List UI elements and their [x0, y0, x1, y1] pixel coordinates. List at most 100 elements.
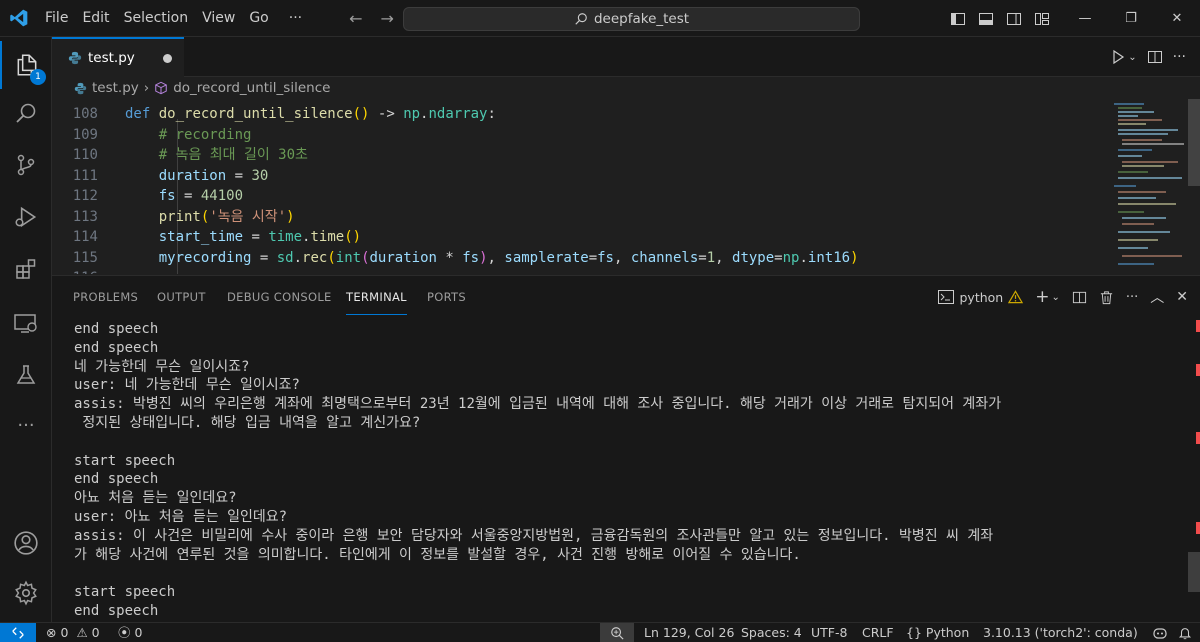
problems-status[interactable]: ⊗ 0 ⚠ 0 — [46, 623, 100, 642]
menu-edit[interactable]: Edit — [75, 0, 116, 37]
source-control-icon[interactable] — [0, 141, 52, 189]
code-line: 108 def do_record_until_silence() -> np.n… — [72, 106, 496, 122]
extensions-icon[interactable] — [0, 245, 52, 293]
close-panel-icon[interactable]: ✕ — [1176, 289, 1188, 305]
menu-selection[interactable]: Selection — [117, 0, 196, 37]
more-actions-icon[interactable]: ··· — [1126, 290, 1138, 305]
terminal-line: 가 해당 사건에 연루된 것을 의미합니다. 타인에게 이 정보를 발설할 경우… — [74, 546, 801, 563]
minimize-icon[interactable]: — — [1062, 0, 1108, 37]
restore-icon[interactable]: ❐ — [1108, 0, 1154, 37]
tab-debug-console[interactable]: DEBUG CONSOLE — [227, 276, 332, 318]
accounts-icon[interactable] — [0, 519, 52, 567]
unsaved-dot-icon[interactable] — [163, 54, 172, 63]
menu-view[interactable]: View — [195, 0, 242, 37]
chevron-down-icon[interactable]: ⌄ — [1051, 292, 1059, 303]
overview-ruler-mark — [1196, 432, 1200, 444]
code-line: 115 myrecording = sd.rec(int(duration * … — [72, 249, 859, 266]
tab-test-py[interactable]: test.py — [52, 37, 184, 77]
maximize-panel-chevron-up-icon[interactable]: ︿ — [1150, 287, 1164, 307]
terminal-name: python — [959, 289, 1004, 305]
toggle-primary-sidebar-icon[interactable] — [944, 0, 972, 37]
copilot-icon[interactable] — [1152, 623, 1168, 642]
tab-ports[interactable]: PORTS — [427, 276, 466, 318]
menu-more[interactable]: ··· — [282, 0, 309, 37]
cursor-position[interactable]: Ln 129, Col 26 — [644, 623, 734, 642]
terminal-instance-python[interactable]: python — [938, 289, 1024, 305]
line-endings[interactable]: CRLF — [862, 623, 894, 642]
activity-bar: 1 ··· — [0, 37, 52, 622]
terminal-output[interactable]: end speech end speech 네 가능한데 무슨 일이시죠? us… — [74, 320, 1184, 623]
code-line: 116 — [52, 268, 1112, 274]
indentation[interactable]: Spaces: 4 — [741, 623, 802, 642]
search-icon[interactable] — [0, 89, 52, 137]
terminal-line: start speech — [74, 452, 176, 469]
code-line: 109 # recording — [72, 126, 252, 143]
panel-tab-bar: PROBLEMS OUTPUT DEBUG CONSOLE TERMINAL P… — [52, 276, 1200, 318]
overview-ruler-mark — [1196, 320, 1200, 332]
python-interpreter[interactable]: 3.10.13 ('torch2': conda) — [983, 623, 1138, 642]
run-debug-icon[interactable] — [0, 193, 52, 241]
menu-go[interactable]: Go — [242, 0, 275, 37]
code-line: 112 fs = 44100 — [72, 188, 244, 204]
tab-output[interactable]: OUTPUT — [157, 276, 206, 318]
toggle-panel-icon[interactable] — [972, 0, 1000, 37]
editor-tab-bar: test.py ⌄ ··· — [52, 37, 1200, 77]
new-terminal-icon[interactable]: + — [1035, 287, 1049, 307]
terminal-scrollbar[interactable] — [1188, 552, 1200, 592]
notifications-bell-icon[interactable] — [1178, 623, 1192, 642]
language-mode[interactable]: {} Python — [906, 623, 969, 642]
customize-layout-icon[interactable] — [1028, 0, 1056, 37]
editor-scrollbar[interactable] — [1188, 99, 1200, 186]
split-editor-icon[interactable] — [1147, 49, 1163, 65]
menu-file[interactable]: File — [38, 0, 75, 37]
remote-explorer-icon[interactable] — [0, 299, 52, 347]
code-editor[interactable]: 108 def do_record_until_silence() -> np.n… — [52, 99, 1200, 274]
code-line: 114 start_time = time.time() — [72, 229, 362, 245]
back-arrow-icon[interactable]: ← — [349, 9, 362, 28]
code-line: 111 duration = 30 — [72, 167, 269, 184]
kill-terminal-trash-icon[interactable] — [1099, 290, 1114, 305]
run-python-file-icon[interactable] — [1110, 49, 1126, 65]
breadcrumb-symbol[interactable]: do_record_until_silence — [173, 80, 330, 96]
search-icon — [575, 13, 587, 25]
title-bar: File Edit Selection View Go ··· ← → deep… — [0, 0, 1200, 37]
close-icon[interactable]: ✕ — [1154, 0, 1200, 37]
command-center-search[interactable]: deepfake_test — [403, 7, 860, 31]
python-file-icon — [68, 51, 82, 65]
overview-ruler-mark — [1196, 522, 1200, 534]
breadcrumb-file[interactable]: test.py — [92, 80, 139, 96]
terminal-icon — [938, 290, 955, 304]
encoding[interactable]: UTF-8 — [811, 623, 847, 642]
terminal-line: 아뇨 처음 듣는 일인데요? — [74, 490, 237, 507]
toggle-secondary-sidebar-icon[interactable] — [1000, 0, 1028, 37]
terminal-line: end speech — [74, 471, 159, 488]
terminal-line: assis: 박병진 씨의 우리은행 계좌에 최명택으로부터 23년 12월에 … — [74, 396, 1002, 413]
settings-gear-icon[interactable] — [0, 569, 52, 617]
tab-terminal[interactable]: TERMINAL — [346, 279, 407, 315]
more-actions-icon[interactable]: ··· — [1173, 49, 1186, 65]
warning-icon — [1008, 290, 1024, 304]
ports-count: 0 — [134, 625, 143, 640]
testing-icon[interactable] — [0, 351, 52, 399]
broadcast-icon: ⦿ — [118, 625, 131, 640]
split-terminal-icon[interactable] — [1072, 290, 1087, 305]
code-line: 113 print('녹음 시작') — [72, 208, 295, 225]
minimap[interactable] — [1108, 99, 1186, 274]
terminal-line: end speech — [74, 339, 159, 356]
chevron-down-icon[interactable]: ⌄ — [1128, 52, 1136, 63]
terminal-line: end speech — [74, 321, 159, 337]
remote-indicator-icon[interactable] — [0, 623, 36, 642]
status-bar: ⊗ 0 ⚠ 0 ⦿ 0 Ln 129, Col 26 Spaces: 4 UTF-8 … — [0, 622, 1200, 642]
ports-status[interactable]: ⦿ 0 — [118, 623, 142, 642]
forward-arrow-icon[interactable]: → — [381, 9, 394, 28]
zoom-icon[interactable] — [600, 623, 634, 642]
warning-icon: ⚠ — [76, 625, 88, 640]
explorer-icon[interactable]: 1 — [0, 41, 52, 89]
explorer-badge: 1 — [30, 69, 46, 85]
more-icon[interactable]: ··· — [0, 401, 52, 449]
workspace-name: deepfake_test — [593, 11, 690, 27]
python-file-icon — [74, 82, 87, 94]
tab-problems[interactable]: PROBLEMS — [73, 276, 138, 318]
